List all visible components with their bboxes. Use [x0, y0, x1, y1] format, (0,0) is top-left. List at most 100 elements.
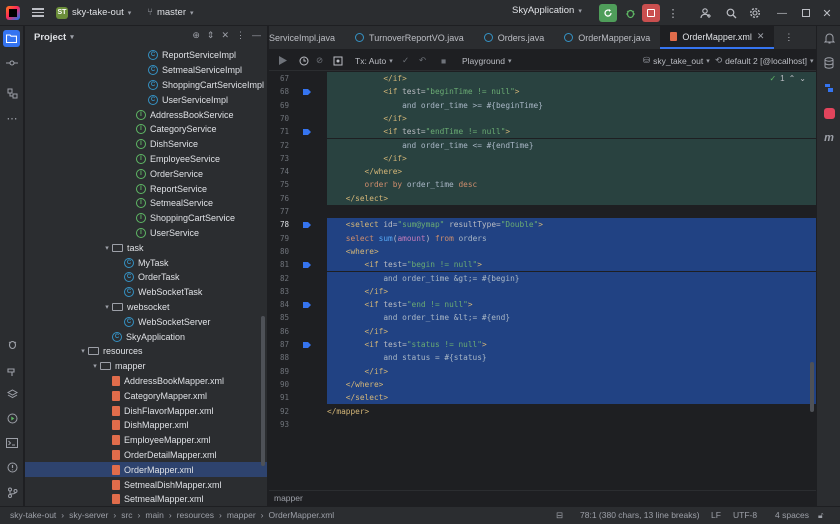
- chevron-down-icon[interactable]: ▾: [70, 33, 74, 41]
- commit-check-icon[interactable]: ✓: [402, 55, 409, 66]
- tree-item[interactable]: C ShoppingCartServiceImpl: [25, 78, 267, 93]
- hide-icon[interactable]: —: [252, 30, 261, 41]
- tree-item[interactable]: C OrderTask: [25, 270, 267, 285]
- editor-tab[interactable]: OrderMapper.xml ✕: [660, 26, 775, 49]
- code-line[interactable]: and order_time &gt;= #{begin}: [327, 271, 816, 285]
- status-path-item[interactable]: OrderMapper.xml: [269, 510, 335, 520]
- git-tool-button[interactable]: [4, 484, 20, 500]
- debug-button[interactable]: [622, 4, 638, 22]
- main-menu-icon[interactable]: [32, 8, 44, 17]
- code-line[interactable]: </where>: [327, 165, 816, 179]
- tree-item[interactable]: SetmealDishMapper.xml: [25, 477, 267, 492]
- code-line[interactable]: </select>: [327, 391, 816, 405]
- problems-tool-button[interactable]: [4, 459, 20, 475]
- rollback-icon[interactable]: ↶: [419, 55, 426, 66]
- editor-gutter[interactable]: 67 68 69 70 71 72 73 74 75 76 77 78 79 80 81 82 83 84 85 86…: [269, 72, 327, 489]
- settings-button[interactable]: [747, 4, 763, 22]
- run-config-selector[interactable]: SkyApplication ▾: [512, 5, 582, 16]
- code-line[interactable]: <select id="sum@ymap" resultType="Double…: [327, 218, 816, 232]
- tabs-more-icon[interactable]: ⋮: [774, 26, 803, 49]
- code-line[interactable]: [327, 418, 816, 431]
- code-line[interactable]: </if>: [327, 111, 816, 126]
- tree-item[interactable]: I AddressBookService: [25, 107, 267, 122]
- code-line[interactable]: <where>: [327, 244, 816, 259]
- lock-icon[interactable]: 🔓︎: [818, 510, 824, 521]
- code-line[interactable]: </if>: [327, 284, 816, 299]
- settings-icon[interactable]: [333, 56, 343, 66]
- tree-item[interactable]: ▾ resources: [25, 344, 267, 359]
- status-path-item[interactable]: mapper: [227, 510, 256, 520]
- tree-item[interactable]: I ShoppingCartService: [25, 211, 267, 226]
- file-encoding[interactable]: UTF-8: [733, 510, 757, 520]
- editor-tab[interactable]: TurnoverReportVO.java: [345, 26, 474, 49]
- add-user-button[interactable]: [698, 4, 714, 22]
- navigate-to-mapper-icon[interactable]: [303, 88, 312, 96]
- tree-item[interactable]: I UserService: [25, 226, 267, 241]
- editor-tab[interactable]: ServiceImpl.java: [269, 26, 345, 49]
- code-line[interactable]: <if test="beginTime != null">: [327, 85, 816, 99]
- status-path-item[interactable]: sky-take-out: [10, 510, 56, 520]
- chevron-up-icon[interactable]: ⌃: [789, 74, 796, 83]
- tree-item[interactable]: ▾ mapper: [25, 359, 267, 374]
- stop-icon[interactable]: ■: [441, 56, 446, 66]
- code-line[interactable]: and order_time >= #{beginTime}: [327, 98, 816, 112]
- tree-item[interactable]: ▾ task: [25, 240, 267, 255]
- scrollbar[interactable]: [810, 362, 814, 412]
- tree-item[interactable]: ▾ websocket: [25, 300, 267, 315]
- tree-item[interactable]: I OrderService: [25, 166, 267, 181]
- locate-icon[interactable]: ⊕: [192, 30, 200, 41]
- code-line[interactable]: </if>: [327, 151, 816, 166]
- code-line[interactable]: </if>: [327, 364, 816, 378]
- tree-item[interactable]: C UserServiceImpl: [25, 92, 267, 107]
- chevron-down-icon[interactable]: ▾: [102, 303, 112, 311]
- tree-item[interactable]: EmployeeMapper.xml: [25, 433, 267, 448]
- breadcrumb[interactable]: mapper: [269, 490, 816, 506]
- editor-tab[interactable]: Orders.java: [474, 26, 555, 49]
- code-line[interactable]: </mapper>: [327, 405, 816, 418]
- commit-tool-button[interactable]: [4, 55, 20, 71]
- project-switcher[interactable]: ST sky-take-out ▾: [56, 6, 131, 19]
- history-icon[interactable]: [299, 56, 309, 66]
- code-editor[interactable]: 67 68 69 70 71 72 73 74 75 76 77 78 79 80 81 82 83 84 85 86…: [269, 72, 816, 489]
- maven-icon[interactable]: [821, 80, 837, 96]
- code-area[interactable]: </if> <if test="beginTime != null"> and …: [327, 72, 816, 489]
- tree-item[interactable]: C WebSocketTask: [25, 285, 267, 300]
- navigate-to-mapper-icon[interactable]: [303, 261, 312, 269]
- status-path-item[interactable]: sky-server: [69, 510, 108, 520]
- tree-item[interactable]: I DishService: [25, 137, 267, 152]
- tx-mode-dropdown[interactable]: Tx: Auto ▾: [355, 56, 393, 66]
- tree-item[interactable]: C MyTask: [25, 255, 267, 270]
- rerun-button[interactable]: [599, 4, 617, 22]
- m-plugin-icon[interactable]: m: [821, 130, 837, 146]
- navigate-to-mapper-icon[interactable]: [303, 341, 312, 349]
- code-line[interactable]: </if>: [327, 324, 816, 338]
- inspection-widget[interactable]: ✓ 1 ⌃ ⌄: [769, 74, 806, 83]
- chevron-down-icon[interactable]: ▾: [90, 362, 100, 370]
- maximize-icon[interactable]: [799, 4, 813, 22]
- code-line[interactable]: <if test="begin != null">: [327, 258, 816, 272]
- expand-icon[interactable]: ⇕: [207, 30, 215, 41]
- tree-item[interactable]: OrderDetailMapper.xml: [25, 448, 267, 463]
- chevron-down-icon[interactable]: ▾: [78, 347, 88, 355]
- vcs-branch-switcher[interactable]: ⑂ master ▾: [147, 7, 193, 18]
- tree-item[interactable]: C WebSocketServer: [25, 314, 267, 329]
- tree-item[interactable]: I ReportService: [25, 181, 267, 196]
- breadcrumb-item[interactable]: mapper: [274, 493, 303, 503]
- tree-item[interactable]: I CategoryService: [25, 122, 267, 137]
- schema-dropdown[interactable]: ⛁ sky_take_out ▾: [643, 55, 710, 66]
- project-tool-button[interactable]: [3, 30, 20, 47]
- notifications-icon[interactable]: [821, 30, 837, 46]
- tree-item[interactable]: DishMapper.xml: [25, 418, 267, 433]
- scrollbar[interactable]: [261, 316, 265, 466]
- code-line[interactable]: </select>: [327, 191, 816, 205]
- line-separator[interactable]: LF: [711, 510, 721, 520]
- navigate-to-mapper-icon[interactable]: [303, 128, 312, 136]
- code-line[interactable]: </if>: [327, 72, 816, 86]
- tree-item[interactable]: DishFlavorMapper.xml: [25, 403, 267, 418]
- chevron-down-icon[interactable]: ▾: [102, 244, 112, 252]
- editor-tab[interactable]: OrderMapper.java: [554, 26, 660, 49]
- terminal-tool-button[interactable]: [4, 435, 20, 451]
- code-line[interactable]: and status = #{status}: [327, 351, 816, 365]
- database-icon[interactable]: [821, 55, 837, 71]
- services-tool-button[interactable]: [4, 336, 20, 352]
